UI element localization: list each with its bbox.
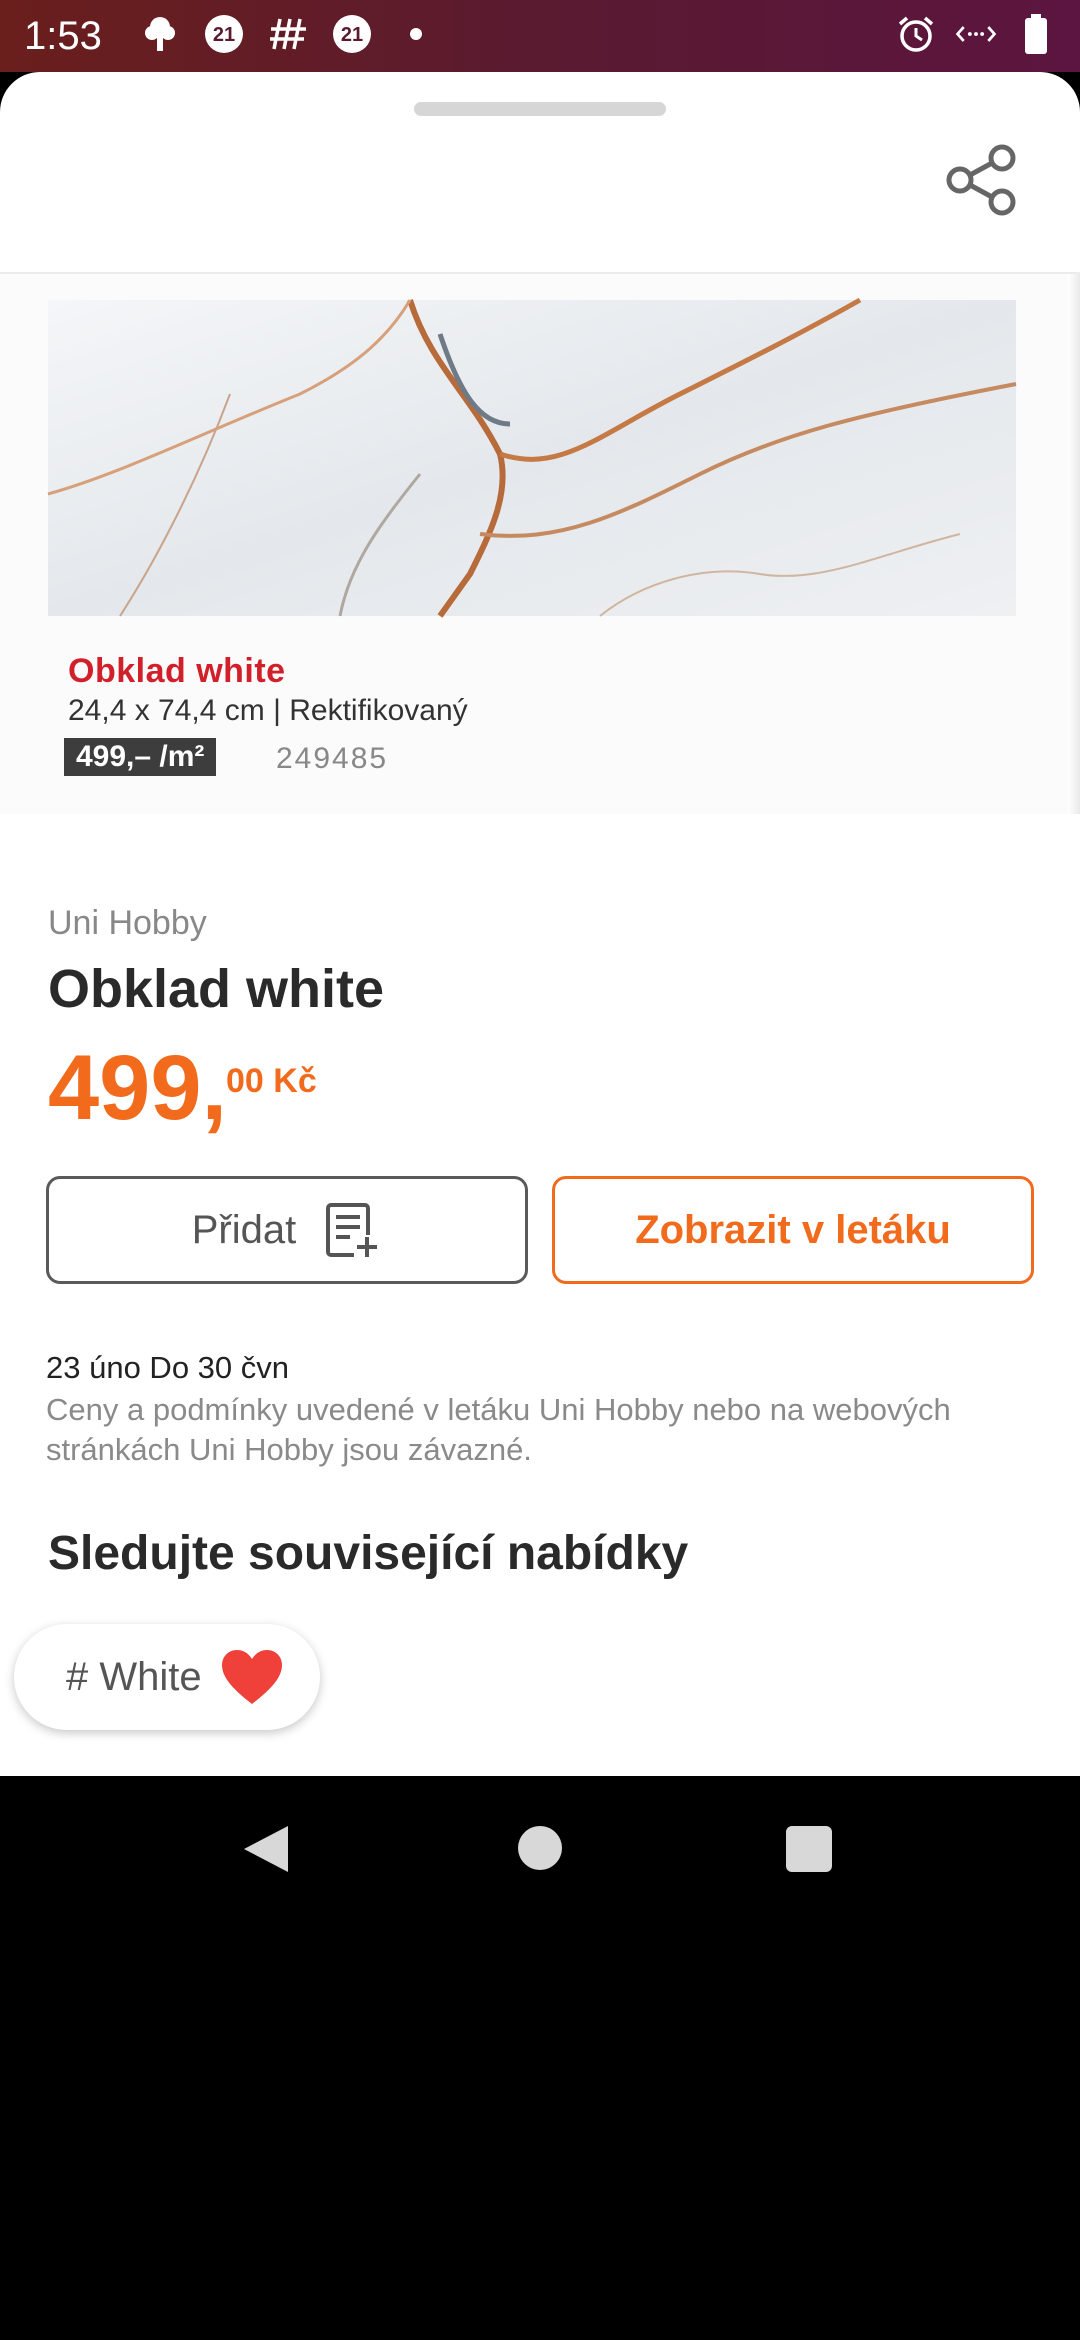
image-caption-dimensions: 24,4 x 74,4 cm | Rektifikovaný xyxy=(68,694,468,727)
heart-icon[interactable] xyxy=(220,1648,284,1706)
navigation-bar xyxy=(0,1776,1080,1922)
chip-label: # White xyxy=(66,1654,202,1699)
status-time: 1:53 xyxy=(24,14,102,58)
related-offers-heading: Sledujte související nabídky xyxy=(48,1527,689,1580)
share-icon xyxy=(946,144,1016,216)
list-add-icon xyxy=(326,1203,381,1257)
add-to-list-button[interactable]: Přidat xyxy=(46,1176,528,1284)
price-decimals: 00 Kč xyxy=(226,1062,317,1100)
back-triangle-icon xyxy=(244,1826,288,1872)
status-bar: 1:53 21 21 xyxy=(0,0,1080,72)
battery-icon xyxy=(1016,14,1056,54)
hashtag-icon xyxy=(268,14,308,54)
product-detail-sheet: Obklad white 24,4 x 74,4 cm | Rektifikov… xyxy=(0,72,1080,1776)
svg-text:21: 21 xyxy=(341,24,363,46)
back-nav-button[interactable] xyxy=(242,1824,290,1879)
svg-text:21: 21 xyxy=(213,24,235,46)
badge-21-icon: 21 xyxy=(332,14,372,54)
notification-icons: 21 21 xyxy=(140,14,436,54)
marble-tile-image xyxy=(47,297,1017,618)
badge-21-icon: 21 xyxy=(204,14,244,54)
product-title: Obklad white xyxy=(48,959,385,1019)
data-icon xyxy=(956,14,996,54)
price-main: 499, xyxy=(48,1037,228,1139)
show-in-flyer-button[interactable]: Zobrazit v letáku xyxy=(552,1176,1034,1284)
store-name: Uni Hobby xyxy=(48,904,207,942)
next-image-edge xyxy=(1068,274,1080,814)
drag-handle[interactable] xyxy=(414,102,666,116)
home-nav-button[interactable] xyxy=(518,1826,562,1870)
alarm-icon xyxy=(896,14,936,54)
image-caption-title: Obklad white xyxy=(68,652,286,690)
add-button-label: Přidat xyxy=(191,1207,297,1252)
tag-chip-white[interactable]: # White xyxy=(14,1624,320,1730)
share-button[interactable] xyxy=(944,142,1020,218)
tree-icon xyxy=(140,14,180,54)
recents-nav-button[interactable] xyxy=(786,1826,832,1872)
product-image[interactable]: Obklad white 24,4 x 74,4 cm | Rektifikov… xyxy=(0,274,1080,814)
validity-dates: 23 úno Do 30 čvn xyxy=(46,1350,290,1385)
system-icons xyxy=(896,14,1056,54)
terms-text: Ceny a podmínky uvedené v letáku Uni Hob… xyxy=(46,1392,951,1467)
image-caption-code: 249485 xyxy=(276,742,389,775)
image-caption-price: 499,– /m² xyxy=(64,738,217,776)
dot-icon xyxy=(396,14,436,54)
